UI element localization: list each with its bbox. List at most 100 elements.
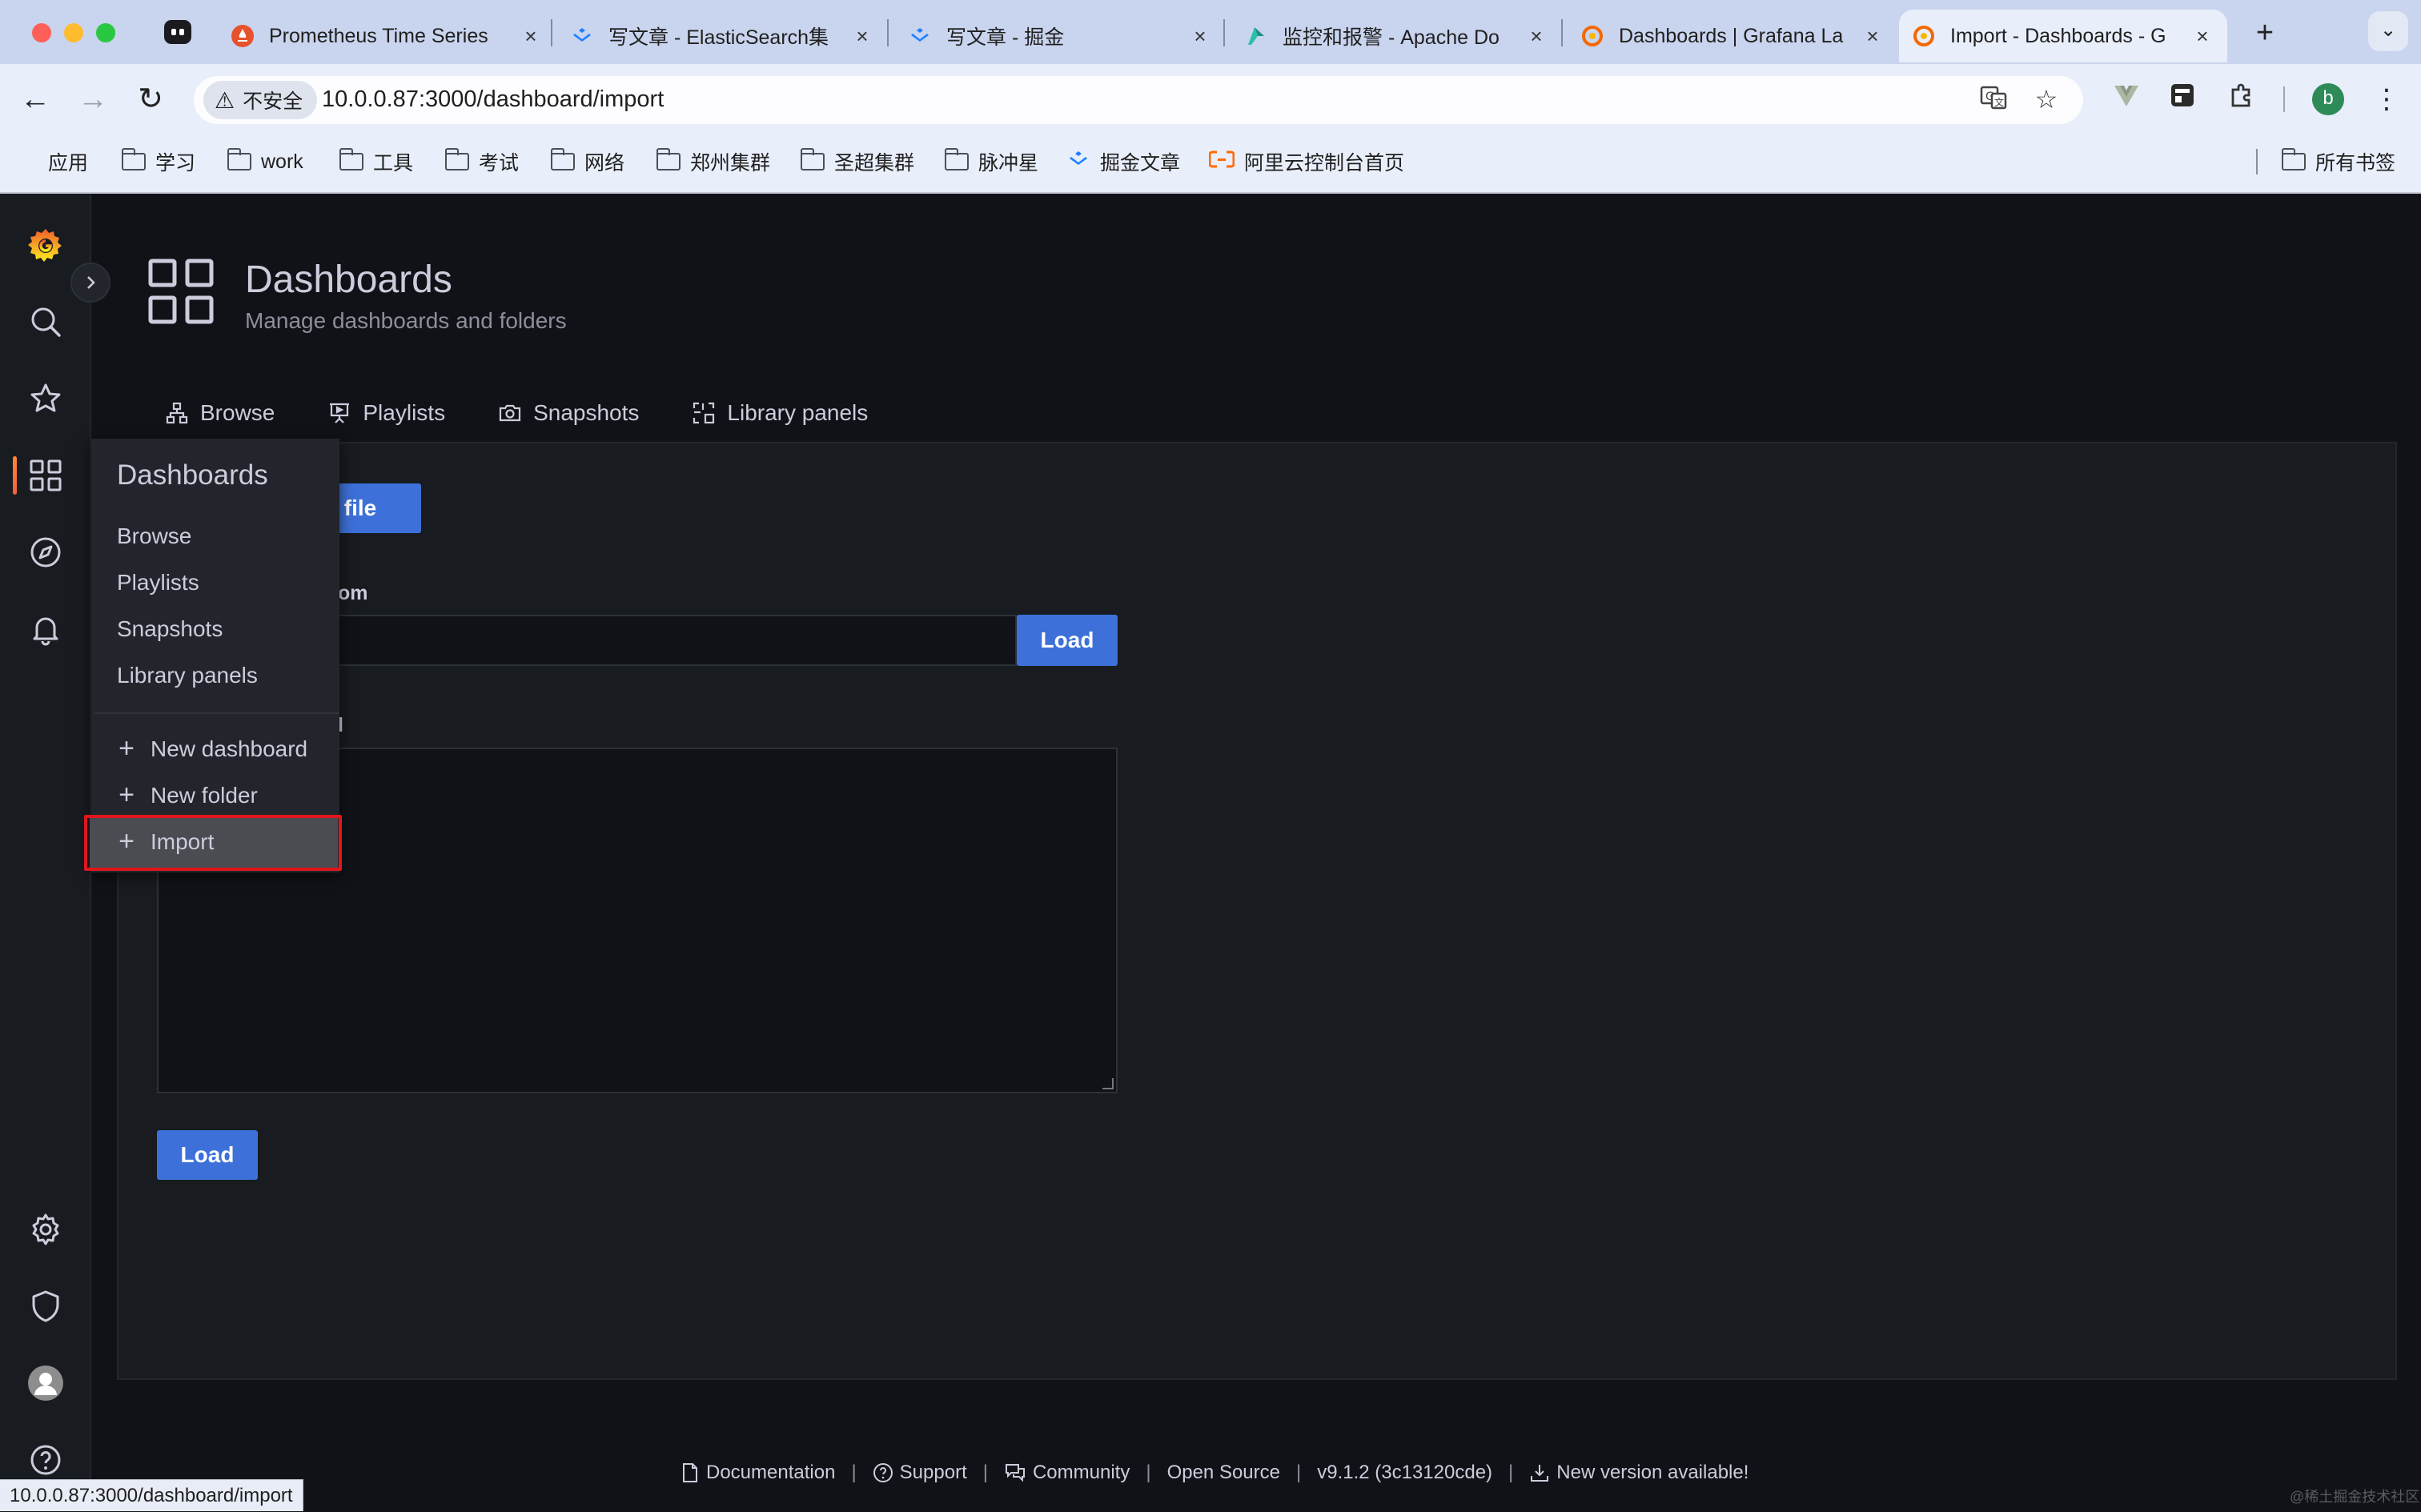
- bookmark-label: 掘金文章: [1100, 152, 1181, 174]
- profile-avatar[interactable]: b: [2312, 83, 2344, 115]
- address-url[interactable]: 10.0.0.87:3000/dashboard/import: [322, 86, 664, 113]
- active-indicator: [13, 456, 17, 495]
- question-circle-icon: [873, 1462, 893, 1483]
- bookmark-folder[interactable]: 郑州集群: [656, 146, 770, 178]
- extension-panel-icon[interactable]: [2165, 82, 2200, 117]
- close-icon[interactable]: ×: [519, 24, 543, 49]
- dropdown-new-folder[interactable]: + New folder: [117, 780, 258, 811]
- bookmark-label: 考试: [479, 152, 520, 174]
- close-icon[interactable]: ×: [850, 24, 874, 49]
- browser-tab-grafana-dashboards[interactable]: Dashboards | Grafana La ×: [1580, 10, 1885, 62]
- tab-title: Import - Dashboards - G: [1950, 24, 2166, 47]
- browser-tab-juejin[interactable]: 写文章 - 掘金 ×: [908, 10, 1212, 62]
- bookmark-folder[interactable]: 考试: [444, 146, 520, 178]
- star-icon[interactable]: ☆: [2030, 83, 2062, 115]
- folder-icon: [2281, 148, 2306, 170]
- security-chip[interactable]: ⚠ 不安全: [203, 81, 318, 119]
- tab-label: Browse: [200, 400, 275, 425]
- tab-snapshots[interactable]: Snapshots: [498, 397, 639, 429]
- dropdown-item-library-panels[interactable]: Library panels: [117, 663, 258, 688]
- tab-browse[interactable]: Browse: [165, 397, 275, 429]
- browser-tab-prometheus[interactable]: Prometheus Time Series ×: [231, 10, 543, 62]
- close-icon[interactable]: ×: [1861, 24, 1885, 49]
- library-panel-icon: [692, 401, 716, 425]
- menu-expand-button[interactable]: [70, 263, 110, 303]
- presentation-icon: [327, 401, 351, 425]
- help-icon[interactable]: [26, 1441, 65, 1479]
- bookmark-juejin[interactable]: 掘金文章: [1066, 146, 1180, 178]
- vue-devtools-icon[interactable]: [2109, 82, 2144, 117]
- window-minimize-button[interactable]: [64, 23, 83, 42]
- tab-library-panels[interactable]: Library panels: [692, 397, 868, 429]
- bookmark-label: 学习: [155, 152, 196, 174]
- folder-icon: [944, 148, 969, 170]
- grafana-icon: [1580, 24, 1604, 48]
- bookmark-label: 阿里云控制台首页: [1244, 152, 1405, 174]
- new-tab-button[interactable]: +: [2245, 13, 2285, 53]
- back-button[interactable]: ←: [14, 78, 56, 120]
- dropdown-new-dashboard[interactable]: + New dashboard: [117, 733, 307, 764]
- dashboards-icon: [147, 258, 215, 325]
- close-icon[interactable]: ×: [1188, 24, 1212, 49]
- grafana-icon: [1912, 24, 1936, 48]
- dropdown-import[interactable]: + Import: [117, 826, 214, 857]
- dropdown-header[interactable]: Dashboards: [117, 459, 268, 491]
- page-subtitle: Manage dashboards and folders: [245, 308, 567, 333]
- bookmark-label: 圣超集群: [834, 152, 915, 174]
- footer-support[interactable]: Support: [873, 1462, 967, 1484]
- more-menu-icon[interactable]: ⋮: [2373, 80, 2400, 118]
- starred-icon[interactable]: [26, 379, 65, 418]
- footer-documentation[interactable]: Documentation: [681, 1462, 835, 1484]
- search-icon[interactable]: [26, 303, 65, 341]
- tab-title: 写文章 - 掘金: [946, 26, 1065, 49]
- bookmark-folder[interactable]: 网络: [550, 146, 624, 178]
- dropdown-action-label: Import: [151, 828, 215, 854]
- page-tabs: Browse Playlists Snapshots Library panel…: [165, 397, 921, 429]
- toolbar-separator: [2283, 86, 2285, 112]
- close-icon[interactable]: ×: [2190, 24, 2214, 49]
- bookmark-label: 应用: [48, 152, 89, 174]
- window-close-button[interactable]: [32, 23, 51, 42]
- tab-playlists[interactable]: Playlists: [327, 397, 445, 429]
- dropdown-item-snapshots[interactable]: Snapshots: [117, 616, 223, 642]
- footer-community[interactable]: Community: [1004, 1462, 1130, 1484]
- translate-icon[interactable]: G文: [1977, 83, 2009, 115]
- dropdown-item-browse[interactable]: Browse: [117, 523, 191, 549]
- bookmark-folder[interactable]: 脉冲星: [944, 146, 1038, 178]
- browser-tab-grafana-import[interactable]: Import - Dashboards - G ×: [1899, 10, 2227, 62]
- bookmark-folder[interactable]: 学习: [121, 146, 196, 178]
- pinned-tab[interactable]: [160, 16, 195, 48]
- bookmark-folder[interactable]: work: [227, 146, 303, 178]
- alerting-bell-icon[interactable]: [26, 610, 65, 648]
- close-icon[interactable]: ×: [1524, 24, 1548, 49]
- puzzle-icon[interactable]: [2224, 82, 2259, 117]
- gear-icon[interactable]: [26, 1210, 65, 1249]
- bookmark-apps[interactable]: 应用: [16, 146, 88, 178]
- bookmark-folder[interactable]: 工具: [339, 146, 413, 178]
- footer-open-source[interactable]: Open Source: [1167, 1462, 1280, 1484]
- dropdown-item-playlists[interactable]: Playlists: [117, 570, 199, 596]
- tab-title: 监控和报警 - Apache Do: [1283, 26, 1500, 49]
- tab-label: Snapshots: [533, 400, 640, 425]
- forward-button[interactable]: →: [72, 78, 114, 120]
- user-avatar-icon[interactable]: [26, 1364, 65, 1402]
- all-bookmarks[interactable]: 所有书签: [2281, 146, 2396, 178]
- explore-compass-icon[interactable]: [26, 533, 65, 572]
- bookmark-label: 所有书签: [2315, 152, 2396, 174]
- bookmark-aliyun[interactable]: 阿里云控制台首页: [1208, 146, 1405, 178]
- grafana-logo-icon[interactable]: [26, 226, 65, 264]
- dashboards-icon[interactable]: [26, 456, 65, 495]
- shield-icon[interactable]: [26, 1287, 65, 1326]
- browser-tab-dolphinscheduler[interactable]: 监控和报警 - Apache Do ×: [1244, 10, 1548, 62]
- tab-search-button[interactable]: ⌄: [2368, 11, 2408, 51]
- bookmark-folder[interactable]: 圣超集群: [800, 146, 915, 178]
- reload-button[interactable]: ↻: [130, 78, 171, 120]
- footer-new-version[interactable]: New version available!: [1529, 1462, 1748, 1484]
- window-zoom-button[interactable]: [96, 23, 115, 42]
- arrow-left-icon: ←: [20, 82, 50, 116]
- folder-icon: [800, 148, 825, 170]
- browser-tab-elasticsearch[interactable]: 写文章 - ElasticSearch集 ×: [570, 10, 874, 62]
- url-load-button[interactable]: Load: [1017, 615, 1118, 666]
- tab-label: Library panels: [727, 400, 869, 425]
- json-load-button[interactable]: Load: [157, 1130, 258, 1180]
